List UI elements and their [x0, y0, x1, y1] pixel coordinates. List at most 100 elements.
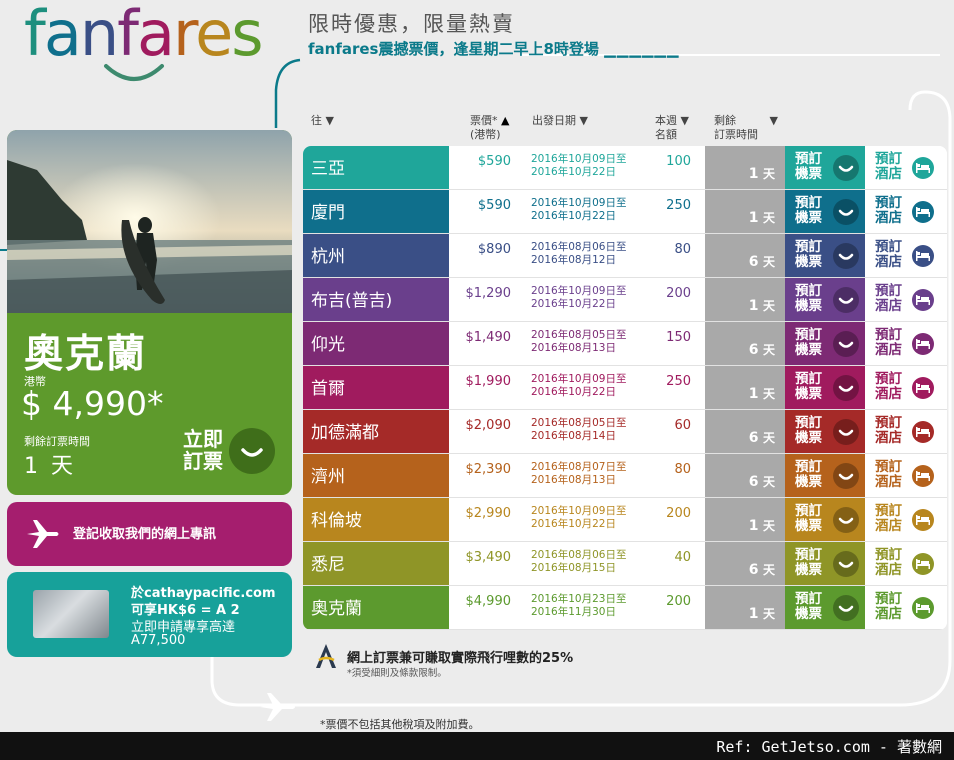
remaining-days-cell: 6 天: [705, 410, 785, 453]
remaining-time-value: 1 天: [24, 454, 76, 479]
sort-destination[interactable]: 往 ▼: [311, 114, 334, 128]
fanfares-logo-graphic: fanfares: [24, 0, 264, 81]
book-flight-button[interactable]: 預訂機票: [785, 542, 865, 585]
days-unit: 天: [762, 519, 775, 533]
date-to: 2016年10月22日: [531, 518, 616, 530]
destination-cell[interactable]: 科倫坡: [303, 498, 449, 541]
book-hotel-button[interactable]: 預訂酒店: [865, 278, 947, 321]
date-from: 2016年10月09日至: [531, 153, 627, 165]
book-hotel-button[interactable]: 預訂酒店: [865, 190, 947, 233]
book-hotel-button[interactable]: 預訂酒店: [865, 234, 947, 277]
destination-cell[interactable]: 濟州: [303, 454, 449, 497]
table-row: 奧克蘭 $4,990 2016年10月23日至 2016年11月30日 200 1 天 預訂…: [303, 586, 947, 630]
remaining-days-cell: 6 天: [705, 234, 785, 277]
destination-name: 三亞: [311, 159, 345, 179]
destination-cell[interactable]: 三亞: [303, 146, 449, 189]
sort-price[interactable]: 票價* ▲ (港幣): [470, 114, 509, 142]
book-hotel-label: 預訂酒店: [875, 591, 902, 622]
smile-icon: [833, 419, 859, 445]
remaining-days: 1 天: [749, 209, 775, 226]
smile-icon: [833, 375, 859, 401]
svg-text:fanfares: fanfares: [24, 0, 262, 70]
sort-date[interactable]: 出發日期 ▼: [532, 114, 588, 128]
table-row: 廈門 $590 2016年10月09日至 2016年10月22日 250 1 天 預訂機票 預…: [303, 190, 947, 234]
smile-icon: [833, 287, 859, 313]
price-unit-header: (港幣): [470, 128, 501, 141]
source-reference: Ref: GetJetso.com - 著數網: [716, 738, 942, 756]
destination-cell[interactable]: 加德滿都: [303, 410, 449, 453]
book-flight-button[interactable]: 預訂機票: [785, 498, 865, 541]
travel-dates: 2016年08月05日至 2016年08月14日: [531, 417, 626, 443]
book-flight-button[interactable]: 預訂機票: [785, 190, 865, 233]
destination-name: 悉尼: [311, 555, 345, 575]
date-to: 2016年10月22日: [531, 386, 616, 398]
book-hotel-button[interactable]: 預訂酒店: [865, 410, 947, 453]
days-unit: 天: [762, 211, 775, 225]
book-now-label[interactable]: 立即訂票: [173, 428, 223, 472]
book-hotel-button[interactable]: 預訂酒店: [865, 542, 947, 585]
book-hotel-button[interactable]: 預訂酒店: [865, 498, 947, 541]
sort-remaining[interactable]: 剩餘 ▼ 訂票時間: [714, 114, 778, 142]
featured-deal-card[interactable]: 奧克蘭 港幣 $ 4,990* 剩餘訂票時間 1 天 立即訂票: [7, 130, 292, 495]
remaining-days-value: 6: [748, 254, 759, 270]
bed-icon: [912, 245, 934, 267]
sort-quota[interactable]: 本週 ▼ 名額: [655, 114, 689, 142]
destination-cell[interactable]: 布吉(普吉): [303, 278, 449, 321]
weekly-quota: 200: [666, 286, 691, 301]
fanfares-logo[interactable]: fanfares fanfares: [24, 0, 274, 100]
remaining-days: 6 天: [749, 473, 775, 490]
fare-price: $1,290: [465, 286, 512, 301]
table-row: 首爾 $1,990 2016年10月09日至 2016年10月22日 250 1 天 預訂機…: [303, 366, 947, 410]
weekly-quota: 200: [666, 506, 691, 521]
remaining-days: 1 天: [749, 165, 775, 182]
destination-cell[interactable]: 首爾: [303, 366, 449, 409]
destination-cell[interactable]: 悉尼: [303, 542, 449, 585]
travel-dates: 2016年10月09日至 2016年10月22日: [531, 285, 626, 311]
book-hotel-button[interactable]: 預訂酒店: [865, 146, 947, 189]
remaining-days-cell: 1 天: [705, 366, 785, 409]
fare-footnote: *票價不包括其他稅項及附加費。: [320, 718, 480, 731]
date-from: 2016年08月06日至: [531, 549, 627, 561]
date-to: 2016年10月22日: [531, 166, 616, 178]
book-flight-button[interactable]: 預訂機票: [785, 366, 865, 409]
date-to: 2016年08月13日: [531, 342, 616, 354]
date-from: 2016年10月09日至: [531, 373, 627, 385]
destination-cell[interactable]: 杭州: [303, 234, 449, 277]
book-hotel-button[interactable]: 預訂酒店: [865, 366, 947, 409]
book-flight-button[interactable]: 預訂機票: [785, 586, 865, 629]
fare-price: $2,990: [465, 506, 512, 521]
book-flight-label: 預訂機票: [795, 459, 822, 490]
remaining-days: 1 天: [749, 605, 775, 622]
book-hotel-button[interactable]: 預訂酒店: [865, 322, 947, 365]
book-flight-button[interactable]: 預訂機票: [785, 322, 865, 365]
destination-cell[interactable]: 廈門: [303, 190, 449, 233]
book-flight-button[interactable]: 預訂機票: [785, 278, 865, 321]
destination-cell[interactable]: 仰光: [303, 322, 449, 365]
book-flight-button[interactable]: 預訂機票: [785, 454, 865, 497]
book-flight-button[interactable]: 預訂機票: [785, 234, 865, 277]
book-flight-button[interactable]: 預訂機票: [785, 146, 865, 189]
newsletter-signup-button[interactable]: 登記收取我們的網上專訊: [7, 502, 292, 566]
date-from: 2016年08月06日至: [531, 241, 627, 253]
remaining-days-value: 6: [748, 474, 759, 490]
date-to: 2016年08月14日: [531, 430, 616, 442]
destination-name: 首爾: [311, 379, 345, 399]
destination-name: 奧克蘭: [311, 599, 362, 619]
date-to: 2016年10月22日: [531, 298, 616, 310]
destination-cell[interactable]: 奧克蘭: [303, 586, 449, 629]
smile-icon: [833, 155, 859, 181]
travel-dates: 2016年10月09日至 2016年10月22日: [531, 153, 626, 179]
weekly-quota: 100: [666, 154, 691, 169]
book-hotel-button[interactable]: 預訂酒店: [865, 454, 947, 497]
days-unit: 天: [762, 343, 775, 357]
bed-icon: [912, 201, 934, 223]
book-hotel-label: 預訂酒店: [875, 371, 902, 402]
bed-icon: [912, 553, 934, 575]
remaining-days-value: 6: [748, 430, 759, 446]
book-hotel-button[interactable]: 預訂酒店: [865, 586, 947, 629]
credit-card-promo[interactable]: 於cathaypacific.com 可享HK$6 = A 2 立即申請專享高達…: [7, 572, 292, 657]
travel-dates: 2016年08月07日至 2016年08月13日: [531, 461, 626, 487]
smile-icon: [833, 199, 859, 225]
book-flight-button[interactable]: 預訂機票: [785, 410, 865, 453]
smile-icon[interactable]: [229, 428, 275, 474]
